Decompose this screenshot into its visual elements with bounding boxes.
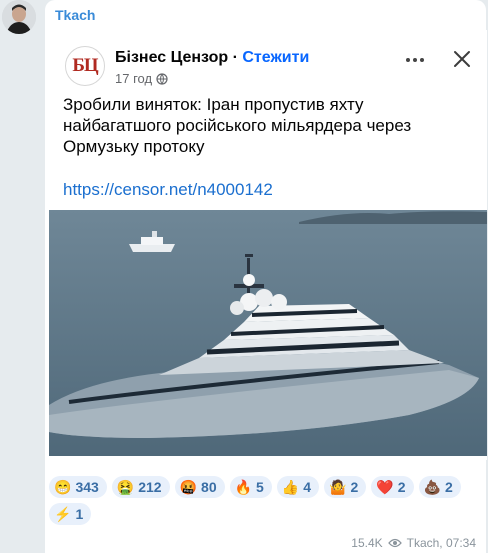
- reaction-count: 2: [444, 479, 453, 495]
- message-meta: 15.4K Tkach, 07:34: [351, 536, 476, 550]
- post-time: 17 год: [115, 71, 168, 86]
- swearing-emoji-icon: 🤬: [179, 479, 198, 495]
- post-link[interactable]: https://censor.net/n4000142: [63, 180, 273, 200]
- reaction-count: 80: [201, 479, 217, 495]
- reaction-count: 4: [303, 479, 312, 495]
- message-bubble: Tkach БЦ Бізнес Цензор · Стежити 17 год: [45, 0, 487, 553]
- vomit-emoji-icon: 🤮: [116, 479, 135, 495]
- avatar[interactable]: [2, 0, 36, 34]
- post-text: Зробили виняток: Іран пропустив яхту най…: [63, 95, 412, 156]
- globe-icon: [156, 72, 168, 85]
- lightning-emoji-icon: ⚡: [54, 506, 72, 522]
- reaction-count: 2: [397, 479, 406, 495]
- follow-button[interactable]: Стежити: [242, 49, 309, 66]
- thumbs-up-emoji-icon: 👍: [281, 479, 300, 495]
- more-options-icon[interactable]: [403, 48, 427, 72]
- message-signature: Tkach, 07:34: [406, 536, 476, 550]
- page-logo[interactable]: БЦ: [65, 46, 105, 86]
- post-image-yacht[interactable]: [49, 210, 487, 456]
- reaction-lightning[interactable]: ⚡ 1: [49, 503, 92, 525]
- reaction-thumbs-up[interactable]: 👍 4: [276, 476, 320, 498]
- reaction-count: 343: [75, 479, 99, 495]
- view-count: 15.4K: [351, 536, 383, 550]
- facebook-post-card: БЦ Бізнес Цензор · Стежити 17 год Зробил…: [46, 30, 487, 460]
- heart-emoji-icon: ❤️: [376, 479, 394, 495]
- reaction-vomit[interactable]: 🤮 212: [111, 476, 170, 498]
- reaction-poop[interactable]: 💩 2: [418, 476, 461, 498]
- reactions-bar: 😁 343 🤮 212 🤬 80 🔥 5 👍 4 🤷 2 ❤️ 2 💩 2 ⚡ …: [49, 476, 479, 525]
- eye-icon: [387, 538, 402, 548]
- reaction-heart[interactable]: ❤️ 2: [371, 476, 414, 498]
- reaction-count: 5: [256, 479, 264, 495]
- message-author[interactable]: Tkach: [55, 7, 95, 23]
- shrug-emoji-icon: 🤷: [329, 479, 347, 495]
- reaction-fire[interactable]: 🔥 5: [229, 476, 272, 498]
- grin-emoji-icon: 😁: [54, 479, 72, 495]
- poop-emoji-icon: 💩: [423, 479, 441, 495]
- page-header: Бізнес Цензор · Стежити: [115, 49, 309, 67]
- reaction-shrug[interactable]: 🤷 2: [324, 476, 367, 498]
- reaction-count: 2: [350, 479, 359, 495]
- page-name[interactable]: Бізнес Цензор: [115, 49, 228, 66]
- fire-emoji-icon: 🔥: [234, 479, 253, 495]
- reaction-swearing[interactable]: 🤬 80: [174, 476, 225, 498]
- reaction-count: 212: [138, 479, 162, 495]
- page-logo-text: БЦ: [72, 55, 98, 76]
- reaction-grin[interactable]: 😁 343: [49, 476, 107, 498]
- reaction-count: 1: [75, 506, 84, 522]
- close-icon[interactable]: [449, 46, 475, 72]
- post-time-ago[interactable]: 17 год: [115, 71, 152, 86]
- separator-dot: ·: [232, 49, 238, 66]
